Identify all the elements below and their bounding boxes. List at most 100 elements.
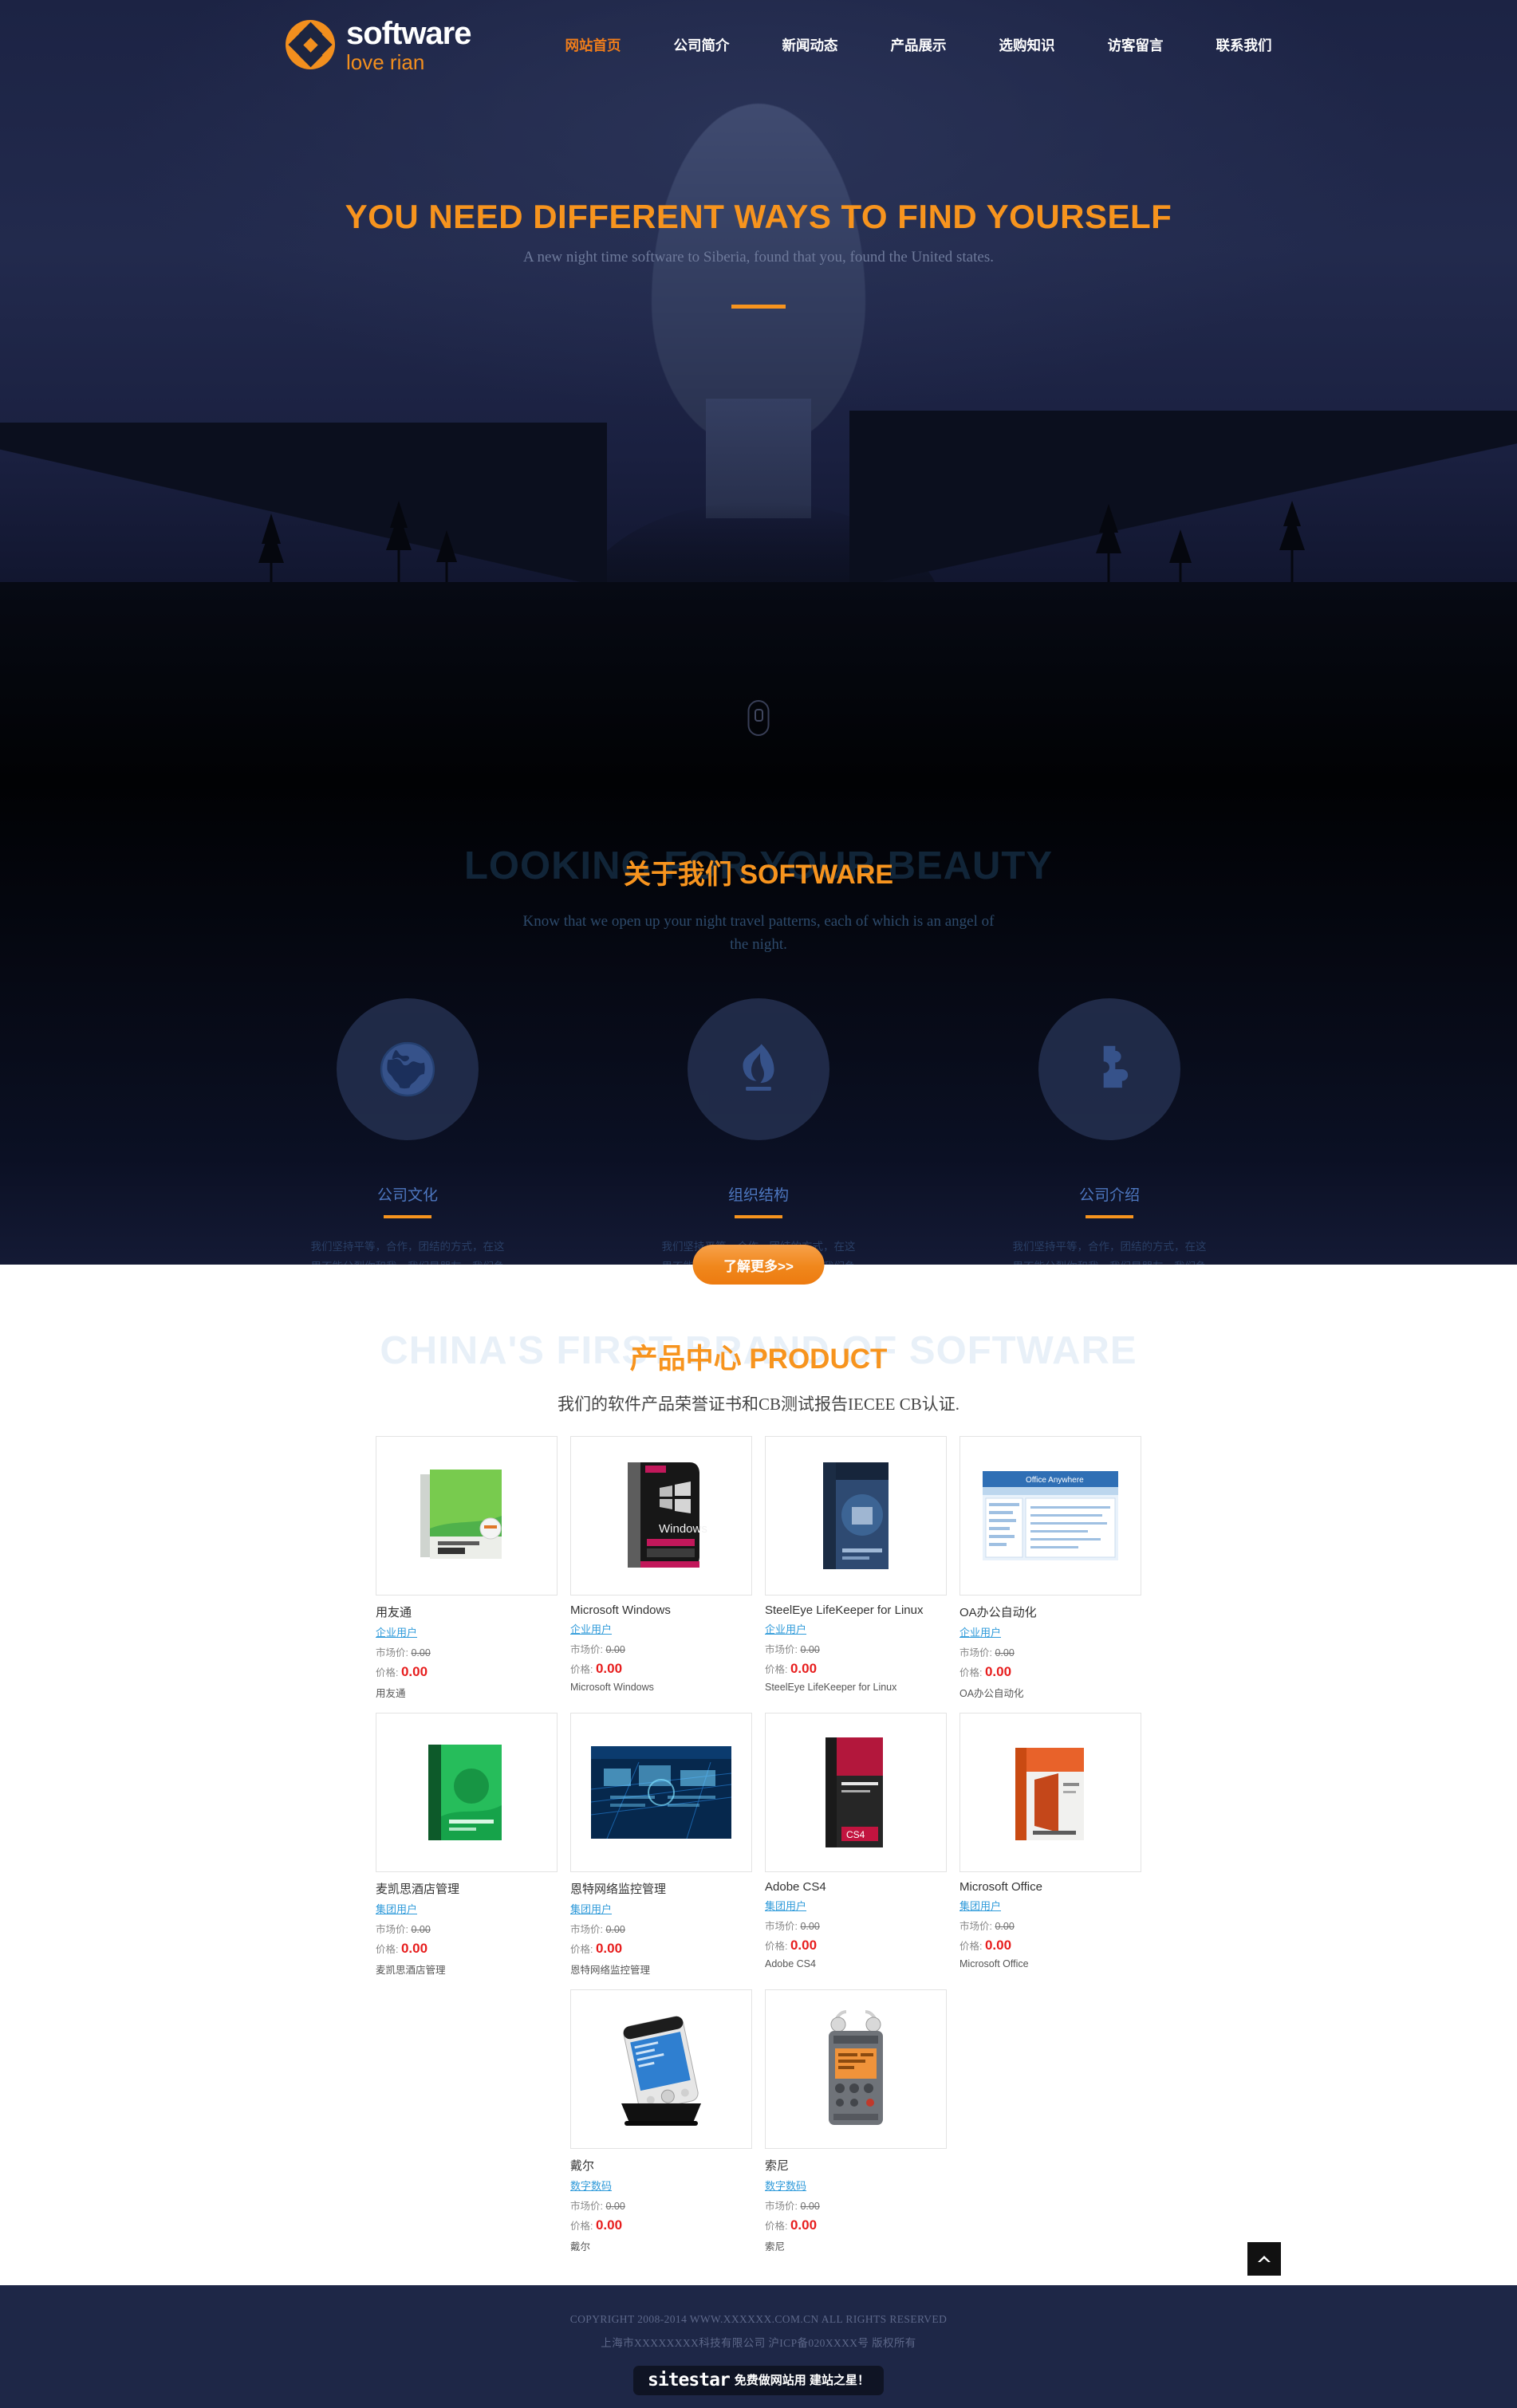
product-name: 麦凯思酒店管理 — [376, 1883, 460, 1896]
product-name: Microsoft Windows — [570, 1603, 671, 1617]
sitestar-badge[interactable]: sitestar 免费做网站用 建站之星！ — [633, 2365, 884, 2395]
product-market-price: 市场价: 0.00 — [570, 1644, 625, 1655]
product-grid: 用友通 企业用户 市场价: 0.00 价格: 0.00 用友通 Windows … — [288, 1436, 1229, 2253]
product-category[interactable]: 企业用户 — [765, 1621, 806, 1636]
product-market-price: 市场价: 0.00 — [959, 1647, 1015, 1658]
hero-foreground — [0, 582, 1517, 781]
brand-title: software — [346, 15, 471, 51]
nav-item-knowledge[interactable]: 选购知识 — [973, 35, 1082, 55]
flame-icon — [688, 997, 829, 1140]
about-card-divider — [1086, 1214, 1133, 1218]
about-card-text: 我们坚持平等，合作，团结的方式，在这里不能分裂你和我，我们是朋友，我们争取一个共… — [310, 1240, 505, 1265]
product-category[interactable]: 集团用户 — [570, 1901, 612, 1916]
box-ms-office-icon — [959, 1713, 1141, 1872]
svg-text:Windows 7: Windows 7 — [659, 1522, 709, 1536]
product-footer-name: OA办公自动化 — [959, 1688, 1024, 1699]
about-section: LOOKING FOR YOUR BEAUTY 关于我们 SOFTWARE Kn… — [0, 781, 1517, 1265]
site-footer: COPYRIGHT 2008-2014 WWW.XXXXXX.COM.CN AL… — [0, 2285, 1517, 2408]
product-card[interactable]: 索尼 数字数码 市场价: 0.00 价格: 0.00 索尼 — [765, 1989, 947, 2253]
product-market-price: 市场价: 0.00 — [570, 2201, 625, 2212]
product-card[interactable]: 恩特网络监控管理 集团用户 市场价: 0.00 价格: 0.00 恩特网络监控管… — [570, 1713, 752, 1977]
product-market-price: 市场价: 0.00 — [376, 1647, 431, 1658]
about-card-intro[interactable]: 公司介绍 我们坚持平等，合作，团结的方式，在这里不能分裂你和我，我们是朋友，我们… — [994, 997, 1225, 1265]
about-title: 关于我们 SOFTWARE — [623, 860, 894, 890]
globe-icon — [337, 997, 479, 1140]
products-heading: CHINA'S FIRST BRAND OF SOFTWARE 产品中心 PRO… — [0, 1306, 1517, 1415]
product-card[interactable]: Office Anywhere OA办公自动化 企业用户 市场价: 0.00 价… — [959, 1436, 1141, 1700]
nav-item-products[interactable]: 产品展示 — [865, 35, 973, 55]
product-footer-name: Adobe CS4 — [765, 1958, 816, 1969]
product-market-price: 市场价: 0.00 — [959, 1921, 1015, 1932]
learn-more-button[interactable]: 了解更多>> — [692, 1245, 825, 1285]
product-category[interactable]: 集团用户 — [959, 1898, 1001, 1913]
about-card-text: 我们坚持平等，合作，团结的方式，在这里不能分裂你和我，我们是朋友，我们争取一个共… — [1012, 1240, 1207, 1265]
product-price: 价格: 0.00 — [570, 1661, 623, 1676]
product-card[interactable]: CS4 Adobe CS4 集团用户 市场价: 0.00 价格: 0.00 Ad… — [765, 1713, 947, 1977]
products-title: 产品中心 PRODUCT — [629, 1344, 888, 1375]
product-price: 价格: 0.00 — [570, 1941, 623, 1956]
hero-banner: YOU NEED DIFFERENT WAYS TO FIND YOURSELF… — [0, 0, 1517, 781]
product-card[interactable]: Windows 7 Microsoft Windows 企业用户 市场价: 0.… — [570, 1436, 752, 1700]
product-name: SteelEye LifeKeeper for Linux — [765, 1603, 924, 1617]
sitestar-text: 免费做网站用 建站之星！ — [734, 2373, 869, 2387]
box-green-hotel-icon — [376, 1713, 558, 1872]
product-market-price: 市场价: 0.00 — [765, 1921, 820, 1932]
screenshot-oa-icon: Office Anywhere — [959, 1436, 1141, 1595]
product-card[interactable]: 麦凯思酒店管理 集团用户 市场价: 0.00 价格: 0.00 麦凯思酒店管理 — [376, 1713, 558, 1977]
chevron-up-icon — [1258, 2256, 1271, 2262]
nav-item-home[interactable]: 网站首页 — [539, 35, 648, 55]
footer-copyright: COPYRIGHT 2008-2014 WWW.XXXXXX.COM.CN AL… — [569, 2313, 948, 2325]
products-section: CHINA'S FIRST BRAND OF SOFTWARE 产品中心 PRO… — [0, 1265, 1517, 2285]
mountain-left — [0, 423, 607, 582]
product-market-price: 市场价: 0.00 — [570, 1924, 625, 1935]
scroll-to-top-button[interactable] — [1247, 2242, 1281, 2276]
product-card[interactable]: SteelEye LifeKeeper for Linux 企业用户 市场价: … — [765, 1436, 947, 1700]
about-description: Know that we open up your night travel p… — [522, 913, 995, 954]
about-card-structure[interactable]: 组织结构 我们坚持平等，合作，团结的方式，在这里不能分裂你和我，我们是朋友，我们… — [643, 997, 874, 1265]
mouse-scroll-icon[interactable] — [747, 700, 770, 736]
product-footer-name: Microsoft Office — [959, 1958, 1029, 1969]
product-card[interactable]: 戴尔 数字数码 市场价: 0.00 价格: 0.00 戴尔 — [570, 1989, 752, 2253]
nav-item-contact[interactable]: 联系我们 — [1190, 35, 1298, 55]
product-card[interactable]: Microsoft Office 集团用户 市场价: 0.00 价格: 0.00… — [959, 1713, 1141, 1977]
product-name: OA办公自动化 — [959, 1606, 1037, 1619]
about-card-culture[interactable]: 公司文化 我们坚持平等，合作，团结的方式，在这里不能分裂你和我，我们是朋友，我们… — [292, 997, 523, 1265]
svg-text:Office Anywhere: Office Anywhere — [1026, 1476, 1084, 1485]
product-category[interactable]: 数字数码 — [765, 2178, 806, 2193]
device-recorder-sony-icon — [765, 1989, 947, 2149]
product-category[interactable]: 集团用户 — [376, 1901, 417, 1916]
product-price: 价格: 0.00 — [570, 2217, 623, 2233]
product-market-price: 市场价: 0.00 — [376, 1924, 431, 1935]
about-cards: 公司文化 我们坚持平等，合作，团结的方式，在这里不能分裂你和我，我们是朋友，我们… — [0, 997, 1517, 1265]
product-category[interactable]: 企业用户 — [570, 1621, 612, 1636]
nav-item-news[interactable]: 新闻动态 — [756, 35, 865, 55]
hero-subtitle: A new night time software to Siberia, fo… — [523, 249, 994, 266]
product-price: 价格: 0.00 — [376, 1941, 428, 1956]
main-nav: 网站首页 公司简介 新闻动态 产品展示 选购知识 访客留言 联系我们 — [539, 35, 1298, 55]
product-card[interactable]: 用友通 企业用户 市场价: 0.00 价格: 0.00 用友通 — [376, 1436, 558, 1700]
product-price: 价格: 0.00 — [765, 2217, 818, 2233]
box-windows7-icon: Windows 7 — [570, 1436, 752, 1595]
about-card-divider — [384, 1214, 431, 1218]
product-price: 价格: 0.00 — [959, 1664, 1012, 1679]
product-footer-name: 恩特网络监控管理 — [570, 1965, 651, 1976]
product-category[interactable]: 企业用户 — [376, 1624, 417, 1639]
product-category[interactable]: 数字数码 — [570, 2178, 612, 2193]
svg-text:CS4: CS4 — [846, 1829, 865, 1840]
product-footer-name: 麦凯思酒店管理 — [376, 1965, 446, 1976]
product-category[interactable]: 集团用户 — [765, 1898, 806, 1913]
about-card-title: 公司介绍 — [1078, 1186, 1140, 1204]
footer-company: 上海市XXXXXXXX科技有限公司 沪ICP备020XXXX号 版权所有 — [601, 2337, 916, 2350]
nav-item-about[interactable]: 公司简介 — [648, 35, 756, 55]
brand-logo[interactable]: software love rian — [286, 18, 471, 73]
product-price: 价格: 0.00 — [765, 1661, 818, 1676]
screenshot-network-icon — [570, 1713, 752, 1872]
hero-divider — [731, 305, 786, 309]
product-market-price: 市场价: 0.00 — [765, 2201, 820, 2212]
puzzle-icon — [1038, 997, 1180, 1140]
nav-item-guestbook[interactable]: 访客留言 — [1082, 35, 1190, 55]
product-name: 索尼 — [765, 2159, 790, 2173]
product-name: Microsoft Office — [959, 1880, 1042, 1894]
about-heading: LOOKING FOR YOUR BEAUTY 关于我们 SOFTWARE Kn… — [0, 781, 1517, 957]
product-category[interactable]: 企业用户 — [959, 1624, 1001, 1639]
